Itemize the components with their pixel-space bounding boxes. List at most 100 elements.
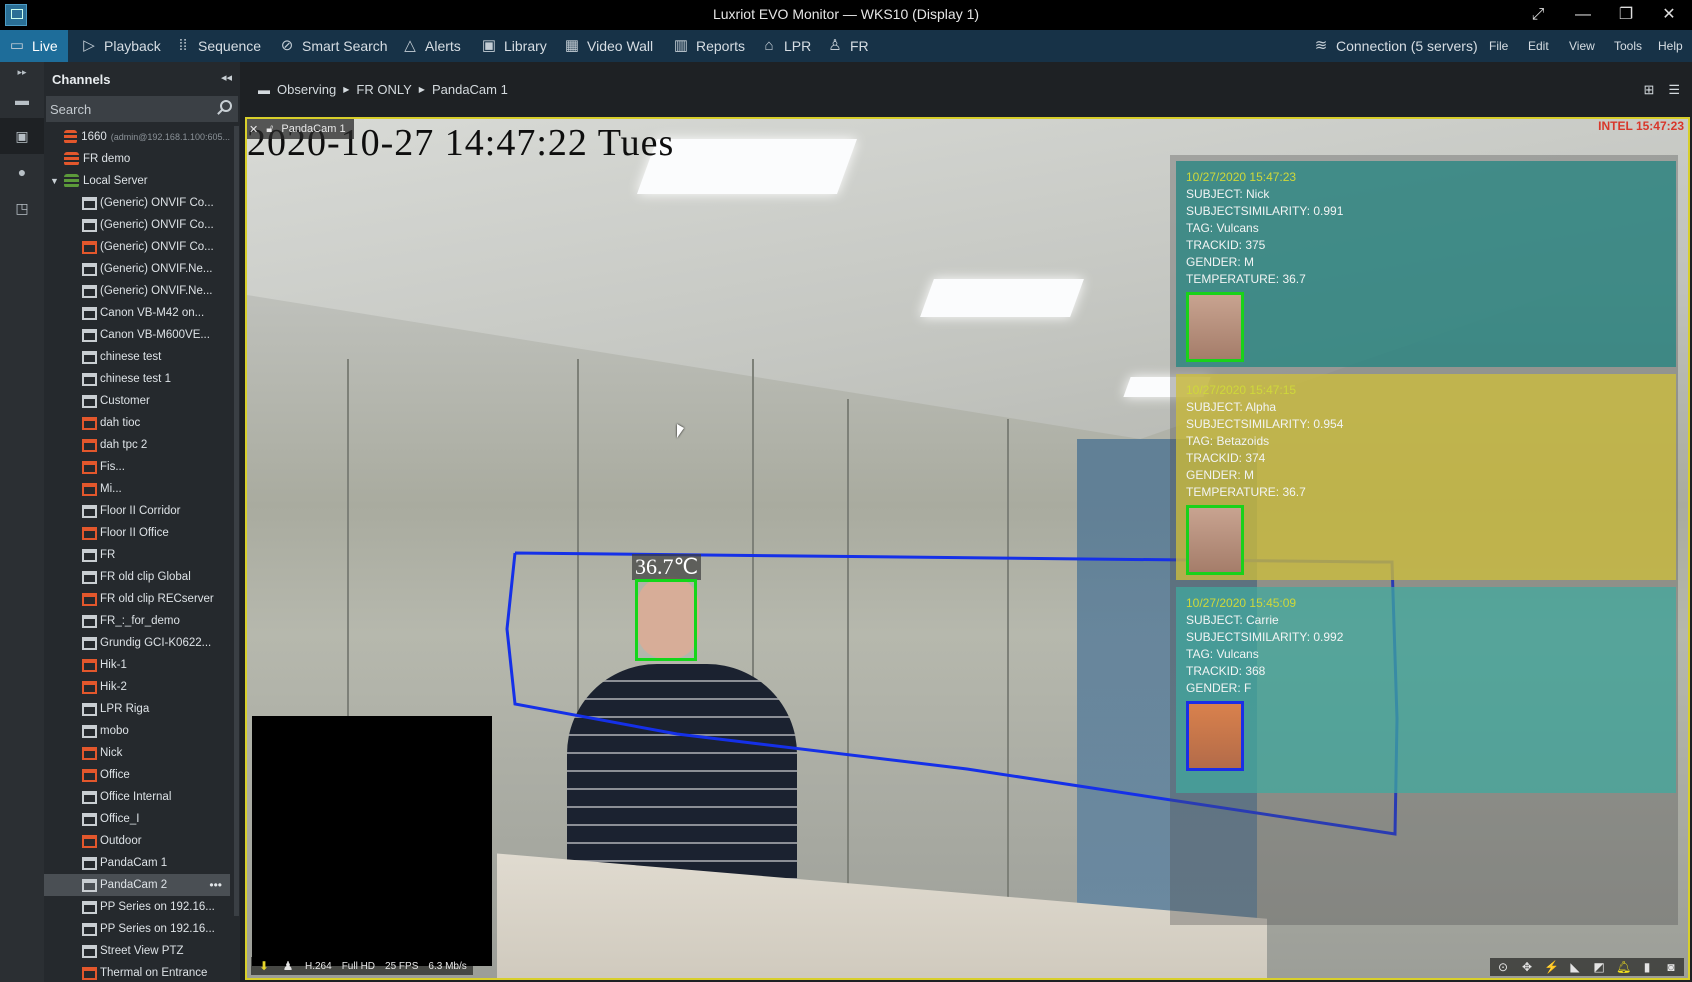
channel-item[interactable]: Office Internal xyxy=(44,786,230,808)
minimize-button[interactable]: — xyxy=(1565,3,1601,27)
channel-item[interactable]: Hik-1 xyxy=(44,654,230,676)
channel-item[interactable]: Fis... xyxy=(44,456,230,478)
channel-item[interactable]: mobo xyxy=(44,720,230,742)
server-item[interactable]: FR demo xyxy=(44,148,230,170)
nav-alerts[interactable]: △ Alerts xyxy=(393,30,469,62)
channel-item[interactable]: Street View PTZ xyxy=(44,940,230,962)
channel-item[interactable]: (Generic) ONVIF Co... xyxy=(44,236,230,258)
ptz-icon[interactable]: ✥ xyxy=(1520,960,1534,974)
channel-item[interactable]: (Generic) ONVIF.Ne... xyxy=(44,258,230,280)
alarm-bell-icon[interactable]: 🔔︎ xyxy=(1616,960,1631,974)
restore-button[interactable]: ❐ xyxy=(1608,3,1644,27)
channel-label: LPR Riga xyxy=(100,703,150,715)
nav-smart-search[interactable]: ⊘ Smart Search xyxy=(270,30,396,62)
channel-item[interactable]: FR old clip Global xyxy=(44,566,230,588)
menu-view[interactable]: View xyxy=(1569,30,1595,62)
channel-item[interactable]: Office xyxy=(44,764,230,786)
channel-item[interactable]: PandaCam 1 xyxy=(44,852,230,874)
nav-live[interactable]: ▭ Live xyxy=(0,30,68,62)
channel-item[interactable]: Floor II Office xyxy=(44,522,230,544)
channel-item[interactable]: chinese test 1 xyxy=(44,368,230,390)
fps-label: 25 FPS xyxy=(385,960,419,972)
face-thumbnail[interactable] xyxy=(1186,505,1244,575)
breadcrumb-item[interactable]: Observing xyxy=(277,82,336,97)
channel-item[interactable]: LPR Riga xyxy=(44,698,230,720)
motion-icon[interactable]: ⚡ xyxy=(1544,960,1559,974)
channels-tab[interactable]: ▣ xyxy=(0,118,44,154)
expand-panel-button[interactable]: ▸▸ xyxy=(0,62,44,82)
channel-item[interactable]: Customer xyxy=(44,390,230,412)
channel-item[interactable]: Mi... xyxy=(44,478,230,500)
fr-event-card[interactable]: 10/27/2020 15:45:09 SUBJECT: Carrie SUBJEC… xyxy=(1176,587,1676,793)
snapshot-icon[interactable]: ◙ xyxy=(1664,960,1678,974)
hamburger-menu-button[interactable]: ☰ xyxy=(1668,82,1680,98)
close-icon[interactable]: ✕ xyxy=(249,123,258,136)
menu-help[interactable]: Help xyxy=(1658,30,1683,62)
layout-grid-button[interactable]: ⊞ xyxy=(1643,82,1654,98)
fr-event-card[interactable]: 10/27/2020 15:47:23 SUBJECT: Nick SUBJECTS… xyxy=(1176,161,1676,367)
channel-item[interactable]: (Generic) ONVIF.Ne... xyxy=(44,280,230,302)
fr-event-card[interactable]: 10/27/2020 15:47:15 SUBJECT: Alpha SUBJECT… xyxy=(1176,374,1676,580)
channel-item[interactable]: Nick xyxy=(44,742,230,764)
channel-item[interactable]: chinese test xyxy=(44,346,230,368)
channel-label: FR xyxy=(100,549,116,561)
channel-item[interactable]: Office_I xyxy=(44,808,230,830)
server-item[interactable]: 1660 (admin@192.168.1.100:605... xyxy=(44,126,230,148)
channel-item[interactable]: PP Series on 192.16... xyxy=(44,896,230,918)
breadcrumb-item[interactable]: FR ONLY xyxy=(356,82,411,97)
video-viewport[interactable]: 2020-10-27 14:47:22 Tues ✕ 🔓︎ PandaCam 1… xyxy=(245,117,1690,980)
channel-item[interactable]: (Generic) ONVIF Co... xyxy=(44,214,230,236)
server-item[interactable]: ▼ Local Server xyxy=(44,170,230,192)
channel-item[interactable]: FR xyxy=(44,544,230,566)
face-thumbnail[interactable] xyxy=(1186,292,1244,362)
face-thumbnail[interactable] xyxy=(1186,701,1244,771)
nav-video-wall[interactable]: ▦ Video Wall xyxy=(555,30,661,62)
download-icon[interactable]: ⬇ xyxy=(257,959,271,973)
layouts-tab[interactable]: ▬ xyxy=(0,82,44,118)
menu-edit[interactable]: Edit xyxy=(1528,30,1549,62)
channel-item[interactable]: (Generic) ONVIF Co... xyxy=(44,192,230,214)
channel-label: Mi... xyxy=(100,483,122,495)
channel-item[interactable]: Thermal on Entrance xyxy=(44,962,230,982)
channel-item[interactable]: PP Series on 192.16... xyxy=(44,918,230,940)
channel-item[interactable]: FR_:_for_demo xyxy=(44,610,230,632)
unlock-icon[interactable]: 🔓︎ xyxy=(266,123,273,136)
channel-search-input[interactable] xyxy=(46,96,211,122)
camera-icon xyxy=(82,812,97,826)
channel-item[interactable]: Grundig GCI-K0622... xyxy=(44,632,230,654)
channel-item[interactable]: FR old clip RECserver xyxy=(44,588,230,610)
expand-triangle-icon[interactable]: ▼ xyxy=(50,176,60,186)
nav-reports[interactable]: ▥ Reports xyxy=(664,30,753,62)
more-options-icon[interactable]: ••• xyxy=(209,878,222,892)
channel-item[interactable]: Hik-2 xyxy=(44,676,230,698)
fr-event-field: GENDER: F xyxy=(1186,681,1252,695)
fullscreen-button[interactable]: ⤢ xyxy=(1520,3,1556,27)
menu-tools[interactable]: Tools xyxy=(1614,30,1642,62)
maps-tab[interactable]: ● xyxy=(0,154,44,190)
connection-label: Connection (5 servers) xyxy=(1336,38,1478,54)
close-button[interactable]: ✕ xyxy=(1651,3,1687,27)
playback-icon[interactable]: ⊙ xyxy=(1496,960,1510,974)
nav-sequence[interactable]: ⁞⁞ Sequence xyxy=(166,30,269,62)
nav-library[interactable]: ▣ Library xyxy=(472,30,555,62)
nav-playback[interactable]: ▷ Playback xyxy=(72,30,169,62)
channel-tree-scrollbar[interactable] xyxy=(234,126,239,916)
channel-item[interactable]: PandaCam 2 ••• xyxy=(44,874,230,896)
fisheye-icon[interactable]: ◣ xyxy=(1568,960,1582,974)
nav-lpr[interactable]: ⌂ LPR xyxy=(752,30,819,62)
nav-fr[interactable]: ♙ FR xyxy=(818,30,877,62)
channel-item[interactable]: Floor II Corridor xyxy=(44,500,230,522)
breadcrumb-item[interactable]: PandaCam 1 xyxy=(432,82,508,97)
search-icon[interactable] xyxy=(220,100,232,112)
connection-button[interactable]: ≋ Connection (5 servers) xyxy=(1312,30,1478,62)
collapse-panel-button[interactable]: ◂◂ xyxy=(221,71,232,84)
channel-item[interactable]: dah tpc 2 xyxy=(44,434,230,456)
channel-item[interactable]: Canon VB-M600VE... xyxy=(44,324,230,346)
channel-item[interactable]: dah tioc xyxy=(44,412,230,434)
bookmark-icon[interactable]: ▮ xyxy=(1640,960,1654,974)
screens-tab[interactable]: ◳ xyxy=(0,190,44,226)
menu-file[interactable]: File xyxy=(1489,30,1508,62)
channel-item[interactable]: Outdoor xyxy=(44,830,230,852)
channel-item[interactable]: Canon VB-M42 on... xyxy=(44,302,230,324)
edit-icon[interactable]: ◩ xyxy=(1592,960,1606,974)
